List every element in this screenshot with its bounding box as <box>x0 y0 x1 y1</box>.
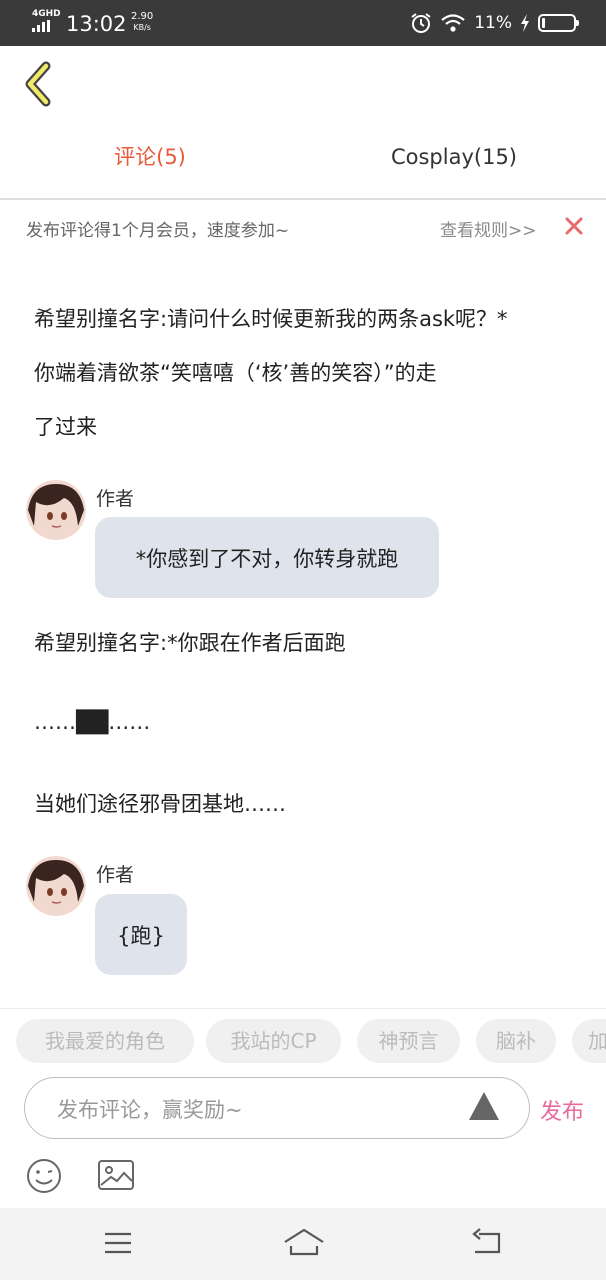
image-icon[interactable] <box>97 1159 135 1191</box>
status-bar: 4GHD 13:02 2.90 KB/s 11% <box>0 0 606 46</box>
back-icon[interactable] <box>471 1228 503 1258</box>
battery-percent: 11% <box>474 13 512 33</box>
chip-prophecy[interactable]: 神预言 <box>357 1019 460 1063</box>
message-line: 希望别撞名字:*你跟在作者后面跑 <box>34 631 346 655</box>
smiley-icon[interactable] <box>25 1157 63 1195</box>
message-line: 你端着清欲茶“笑嘻嘻（‘核’善的笑容）”的走 <box>34 361 437 385</box>
chip-favorite-character[interactable]: 我最爱的角色 <box>16 1019 194 1063</box>
close-icon[interactable] <box>562 214 586 238</box>
view-rules-link[interactable]: 查看规则>> <box>440 216 537 241</box>
triangle-up-icon[interactable] <box>468 1090 500 1122</box>
menu-icon[interactable] <box>103 1228 133 1258</box>
comment-message: ……██…… <box>34 695 574 749</box>
back-button[interactable] <box>20 58 64 110</box>
author-name: 作者 <box>96 864 135 886</box>
network-speed: 2.90 KB/s <box>131 11 153 32</box>
input-placeholder: 发布评论，赢奖励~ <box>57 1098 243 1122</box>
tab-cosplay[interactable]: Cosplay(15) <box>364 140 544 174</box>
message-line: ……██…… <box>34 710 151 734</box>
charging-icon <box>521 14 529 32</box>
notice-text: 发布评论得1个月会员，速度参加~ <box>26 221 290 241</box>
signal-icon <box>32 20 54 32</box>
comment-input[interactable]: 发布评论，赢奖励~ <box>24 1077 530 1139</box>
bubble-text: {跑} <box>117 923 165 948</box>
author-bubble: *你感到了不对，你转身就跑 <box>95 517 439 598</box>
speed-value: 2.90 <box>131 11 154 22</box>
comment-message: 希望别撞名字:*你跟在作者后面跑 <box>34 616 574 670</box>
notice-banner: 发布评论得1个月会员，速度参加~ 查看规则>> <box>0 202 606 254</box>
chevron-left-icon <box>25 61 51 107</box>
clock: 13:02 <box>66 12 127 36</box>
avatar-image <box>26 480 86 540</box>
status-icons: 11% <box>410 10 579 36</box>
network-type: 4GHD <box>32 9 61 19</box>
quick-tag-bar: 我最爱的角色 我站的CP 神预言 脑补 加 <box>0 1008 606 1074</box>
chip-more[interactable]: 加 <box>572 1019 606 1063</box>
speed-unit: KB/s <box>133 23 151 32</box>
author-bubble: {跑} <box>95 894 187 975</box>
chip-my-cp[interactable]: 我站的CP <box>206 1019 341 1063</box>
tab-bar: 评论(5) Cosplay(15) <box>0 130 606 200</box>
avatar[interactable] <box>26 856 86 916</box>
avatar[interactable] <box>26 480 86 540</box>
tab-comments[interactable]: 评论(5) <box>60 140 240 174</box>
comment-message: 当她们途径邪骨团基地…… <box>34 777 574 831</box>
avatar-image <box>26 856 86 916</box>
home-icon[interactable] <box>283 1228 325 1258</box>
system-nav-bar <box>0 1208 606 1280</box>
alarm-icon <box>411 13 431 33</box>
publish-button[interactable]: 发布 <box>540 1094 584 1126</box>
wifi-icon <box>441 14 465 32</box>
message-line: 希望别撞名字:请问什么时候更新我的两条ask呢？* <box>34 307 508 331</box>
chip-imagination[interactable]: 脑补 <box>476 1019 556 1063</box>
message-line: 当她们途径邪骨团基地…… <box>34 792 286 816</box>
bubble-text: *你感到了不对，你转身就跑 <box>135 546 399 571</box>
author-name: 作者 <box>96 488 135 510</box>
battery-icon <box>538 14 579 32</box>
comment-message: 希望别撞名字:请问什么时候更新我的两条ask呢？* 你端着清欲茶“笑嘻嘻（‘核’… <box>34 292 574 454</box>
message-line: 了过来 <box>34 415 97 439</box>
